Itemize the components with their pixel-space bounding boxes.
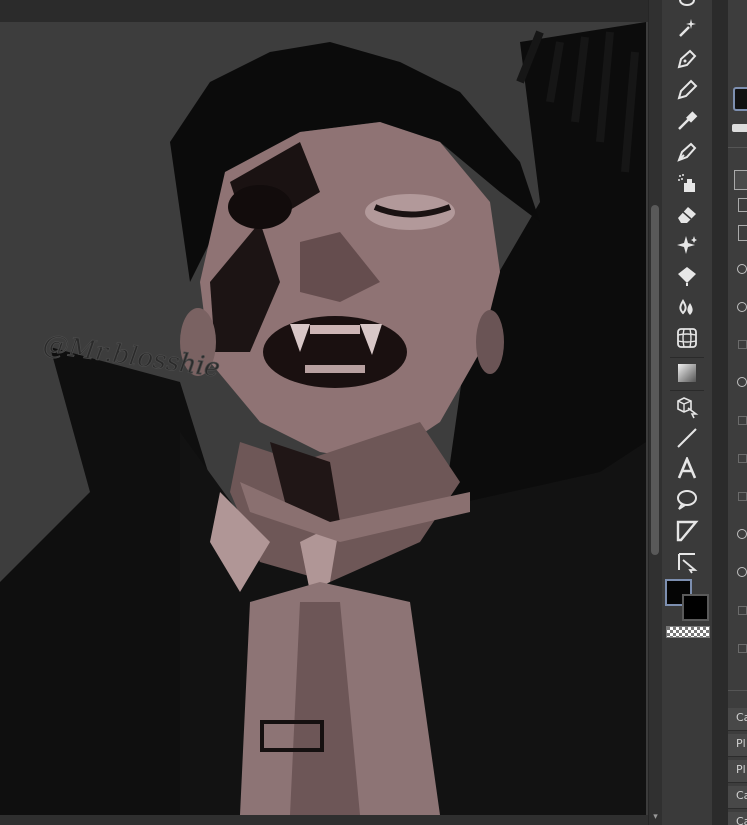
transparent-color-swatch[interactable] bbox=[666, 626, 710, 638]
canvas-vertical-scrollbar[interactable]: ▾ bbox=[648, 0, 662, 825]
fill-bucket-icon[interactable] bbox=[673, 262, 701, 290]
speech-balloon-icon[interactable] bbox=[673, 486, 701, 514]
decoration-sparkle-icon[interactable] bbox=[673, 231, 701, 259]
eraser-icon[interactable] bbox=[673, 200, 701, 228]
pen-tool-icon[interactable] bbox=[673, 45, 701, 73]
eyedropper-icon[interactable] bbox=[673, 107, 701, 135]
layer-visibility-eye-icon[interactable] bbox=[737, 377, 747, 387]
mesh-transform-icon[interactable] bbox=[673, 324, 701, 352]
panel-list-item[interactable]: Pl bbox=[728, 760, 747, 783]
panel-list-label: Pl bbox=[736, 763, 746, 776]
airbrush-icon[interactable] bbox=[673, 169, 701, 197]
scrollbar-thumb[interactable] bbox=[651, 205, 659, 555]
tool-separator bbox=[670, 390, 704, 391]
layer-visibility-eye-icon[interactable] bbox=[737, 264, 747, 274]
panel-list-label: Ca bbox=[736, 789, 747, 802]
panel-list-label: Ca bbox=[736, 711, 747, 724]
layer-lock-checkbox[interactable] bbox=[738, 644, 747, 653]
canvas-area[interactable]: @Mr.blosshie bbox=[0, 0, 648, 825]
layer-visibility-eye-icon[interactable] bbox=[737, 529, 747, 539]
magic-wand-icon[interactable] bbox=[673, 14, 701, 42]
layer-visibility-eye-icon[interactable] bbox=[737, 567, 747, 577]
panel-list-item[interactable]: Ca bbox=[728, 812, 747, 825]
panel-list-label: Pl bbox=[736, 737, 746, 750]
frame-border-icon[interactable] bbox=[673, 517, 701, 545]
panel-list-item[interactable]: Pl bbox=[728, 734, 747, 757]
gradient-icon[interactable] bbox=[673, 359, 701, 387]
sub-color-swatch[interactable] bbox=[682, 594, 709, 621]
scroll-down-arrow-icon[interactable]: ▾ bbox=[650, 812, 661, 822]
right-panel-partial: Ca Pl Pl Ca Ca bbox=[728, 0, 747, 825]
layer-lock-checkbox[interactable] bbox=[738, 454, 747, 463]
panel-list-item[interactable]: Ca bbox=[728, 786, 747, 809]
panel-slider-icon[interactable] bbox=[732, 124, 747, 132]
layer-folder-icon[interactable] bbox=[738, 198, 747, 212]
tool-separator bbox=[670, 357, 704, 358]
layer-page-icon[interactable] bbox=[738, 225, 747, 241]
layer-visibility-eye-icon[interactable] bbox=[737, 302, 747, 312]
layer-lock-checkbox[interactable] bbox=[738, 606, 747, 615]
brush-tool-icon[interactable] bbox=[673, 138, 701, 166]
panel-color-swatch[interactable] bbox=[733, 87, 747, 111]
canvas-top-bar bbox=[0, 0, 648, 22]
blend-drops-icon[interactable] bbox=[673, 293, 701, 321]
pencil-tool-icon[interactable] bbox=[673, 76, 701, 104]
panel-list-label: Ca bbox=[736, 815, 747, 825]
artwork-canvas[interactable]: @Mr.blosshie bbox=[0, 22, 646, 815]
canvas-bottom-bar bbox=[0, 815, 648, 825]
3d-object-icon[interactable] bbox=[673, 393, 701, 421]
panel-list-item[interactable]: Ca bbox=[728, 708, 747, 731]
panel-divider[interactable] bbox=[712, 0, 728, 825]
ruler-tool-icon[interactable] bbox=[673, 548, 701, 576]
tool-palette bbox=[662, 0, 712, 825]
layer-lock-checkbox[interactable] bbox=[738, 416, 747, 425]
layer-thumb-icon[interactable] bbox=[734, 170, 747, 190]
layer-lock-checkbox[interactable] bbox=[738, 492, 747, 501]
text-tool-icon[interactable] bbox=[673, 455, 701, 483]
line-figure-icon[interactable] bbox=[673, 424, 701, 452]
layer-lock-checkbox[interactable] bbox=[738, 340, 747, 349]
